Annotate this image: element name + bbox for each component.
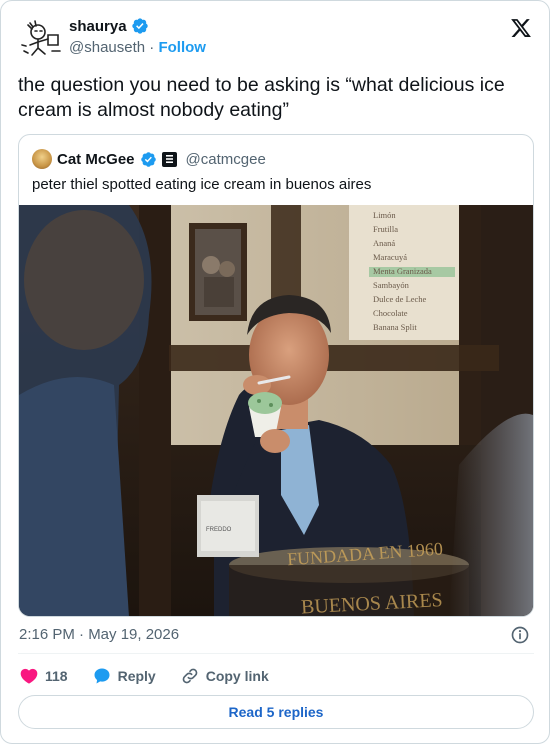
- menu-item: Ananá: [373, 238, 395, 248]
- read-replies-button[interactable]: Read 5 replies: [18, 695, 534, 729]
- tweet-text: the question you need to be asking is “w…: [18, 74, 505, 121]
- copy-link-label: Copy link: [205, 668, 269, 684]
- divider: [18, 653, 534, 654]
- link-icon: [180, 666, 200, 686]
- reply-label: Reply: [117, 668, 156, 684]
- menu-item: Chocolate: [373, 308, 408, 318]
- verified-badge-icon: [140, 151, 157, 168]
- handle-separator: ·: [149, 38, 155, 56]
- quoted-tweet-photo[interactable]: Limón Frutilla Ananá Maracuyá Menta Gran…: [19, 205, 533, 616]
- heart-icon: [19, 666, 39, 686]
- info-icon[interactable]: [510, 625, 530, 645]
- like-button[interactable]: 118: [19, 666, 68, 686]
- like-count: 118: [45, 668, 68, 684]
- menu-item: Banana Split: [373, 322, 417, 332]
- verified-badge-icon: [131, 17, 149, 35]
- follow-button[interactable]: Follow: [158, 39, 206, 56]
- author-avatar[interactable]: [18, 15, 66, 63]
- menu-item: Sambayón: [373, 280, 410, 290]
- quoted-author-avatar: [32, 149, 52, 169]
- menu-item: Dulce de Leche: [373, 294, 427, 304]
- tweet-card: shaurya @shauseth · Follow the question …: [0, 0, 550, 744]
- quoted-author-name: Cat McGee: [57, 150, 135, 168]
- affiliate-badge-icon: [161, 151, 177, 167]
- copy-link-button[interactable]: Copy link: [180, 666, 269, 686]
- tweet-header: shaurya @shauseth · Follow: [18, 15, 534, 63]
- quoted-tweet[interactable]: Cat McGee @catmcgee peter thiel spotted …: [18, 134, 534, 617]
- menu-item: Limón: [373, 210, 396, 220]
- author-handle[interactable]: @shauseth: [69, 39, 145, 56]
- tweet-timestamp[interactable]: 2:16 PM · May 19, 2026: [19, 626, 179, 643]
- author-handle-row: @shauseth · Follow: [69, 39, 206, 56]
- author-display-name[interactable]: shaurya: [69, 17, 149, 35]
- reply-bubble-icon: [92, 666, 112, 686]
- x-logo-icon[interactable]: [510, 17, 532, 39]
- quoted-tweet-header: Cat McGee @catmcgee: [32, 149, 266, 169]
- menu-item: Maracuyá: [373, 252, 407, 262]
- author-display-name-text: shaurya: [69, 17, 127, 35]
- tweet-actions: 118 Reply Copy link: [19, 666, 293, 686]
- menu-item: Menta Granizada: [373, 266, 432, 276]
- quoted-tweet-text: peter thiel spotted eating ice cream in …: [32, 176, 372, 193]
- reply-button[interactable]: Reply: [92, 666, 156, 686]
- napkin-label: FREDDO: [206, 527, 232, 533]
- author-names: shaurya @shauseth · Follow: [69, 17, 206, 56]
- quoted-author-handle: @catmcgee: [185, 150, 266, 168]
- menu-item: Frutilla: [373, 224, 398, 234]
